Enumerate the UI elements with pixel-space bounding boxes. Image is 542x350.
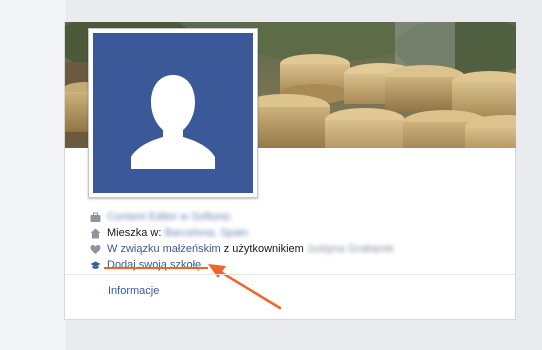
- lives-prefix: Mieszka w:: [107, 227, 162, 239]
- profile-picture[interactable]: [93, 33, 253, 193]
- school-row: Dodaj swoją szkołę: [90, 257, 510, 273]
- work-row: Content Editor w Softonic: [90, 209, 510, 225]
- partner-name[interactable]: Justyna Grabarek: [307, 243, 394, 255]
- section-divider: [65, 274, 515, 275]
- graduation-cap-icon: [90, 261, 101, 269]
- lives-place[interactable]: Barcelona, Spain: [164, 227, 248, 239]
- about-link[interactable]: Informacje: [108, 285, 159, 297]
- left-strip: [0, 0, 66, 350]
- add-school-link[interactable]: Dodaj swoją szkołę: [107, 257, 201, 273]
- lives-row: Mieszka w: Barcelona, Spain: [90, 225, 510, 241]
- heart-icon: [90, 245, 101, 254]
- lives-text: Mieszka w: Barcelona, Spain: [107, 225, 248, 241]
- relationship-highlight-underline: [104, 267, 208, 269]
- annotation-arrow-icon: [208, 264, 282, 310]
- person-silhouette-icon: [131, 75, 215, 169]
- work-text[interactable]: Content Editor w Softonic: [107, 209, 231, 225]
- home-icon: [90, 228, 101, 239]
- profile-picture-frame[interactable]: [88, 28, 258, 198]
- relationship-row: W związku małżeńskim z użytkownikiem Jus…: [90, 241, 510, 257]
- intro-list: Content Editor w Softonic Mieszka w: Bar…: [90, 209, 510, 273]
- briefcase-icon: [90, 212, 101, 222]
